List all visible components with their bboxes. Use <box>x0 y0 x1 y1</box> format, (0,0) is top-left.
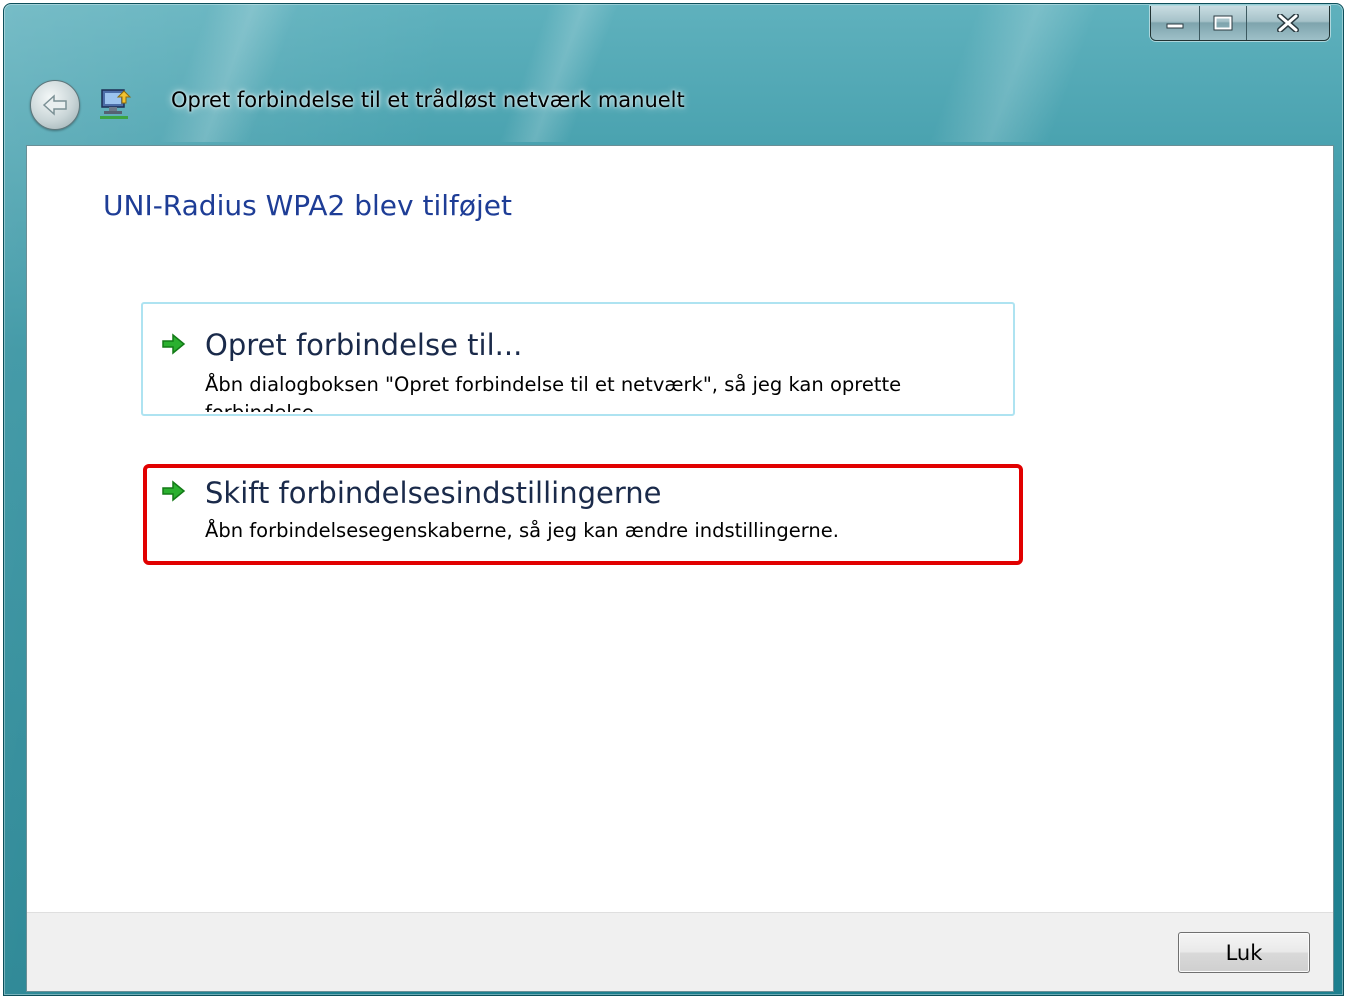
close-dialog-button[interactable]: Luk <box>1178 932 1310 973</box>
command-link-description: Åbn dialogboksen "Opret forbindelse til … <box>205 373 902 412</box>
command-link-title: Opret forbindelse til... <box>205 328 523 362</box>
minimize-icon <box>1166 23 1184 29</box>
glass-reflection <box>158 4 300 142</box>
command-link-title: Skift forbindelsesindstillingerne <box>205 476 662 510</box>
glass-reflection <box>498 4 620 142</box>
command-link-desc-clip: Åbn dialogboksen "Opret forbindelse til … <box>205 371 1005 412</box>
minimize-button[interactable] <box>1151 6 1200 40</box>
back-button[interactable] <box>30 80 80 130</box>
wizard-window: Opret forbindelse til et trådløst netvær… <box>3 3 1344 996</box>
glass-reflection <box>928 4 1100 142</box>
maximize-button[interactable] <box>1200 6 1247 40</box>
button-bar: Luk <box>27 912 1333 991</box>
green-arrow-icon <box>162 480 186 502</box>
caption-buttons <box>1150 6 1330 41</box>
maximize-icon <box>1213 15 1233 31</box>
back-arrow-icon <box>42 94 67 116</box>
close-icon <box>1277 14 1299 32</box>
page-heading: UNI-Radius WPA2 blev tilføjet <box>103 189 512 222</box>
connect-to-command-link[interactable]: Opret forbindelse til... Åbn dialogbokse… <box>141 302 1015 416</box>
change-settings-command-link[interactable]: Skift forbindelsesindstillingerne Åbn fo… <box>143 464 1023 565</box>
wizard-content: UNI-Radius WPA2 blev tilføjet Opret forb… <box>26 145 1334 992</box>
green-arrow-icon <box>162 333 186 355</box>
command-link-description: Åbn forbindelsesegenskaberne, så jeg kan… <box>205 519 839 542</box>
network-wizard-icon <box>100 89 132 119</box>
close-button[interactable] <box>1247 6 1329 40</box>
window-title: Opret forbindelse til et trådløst netvær… <box>171 88 685 112</box>
